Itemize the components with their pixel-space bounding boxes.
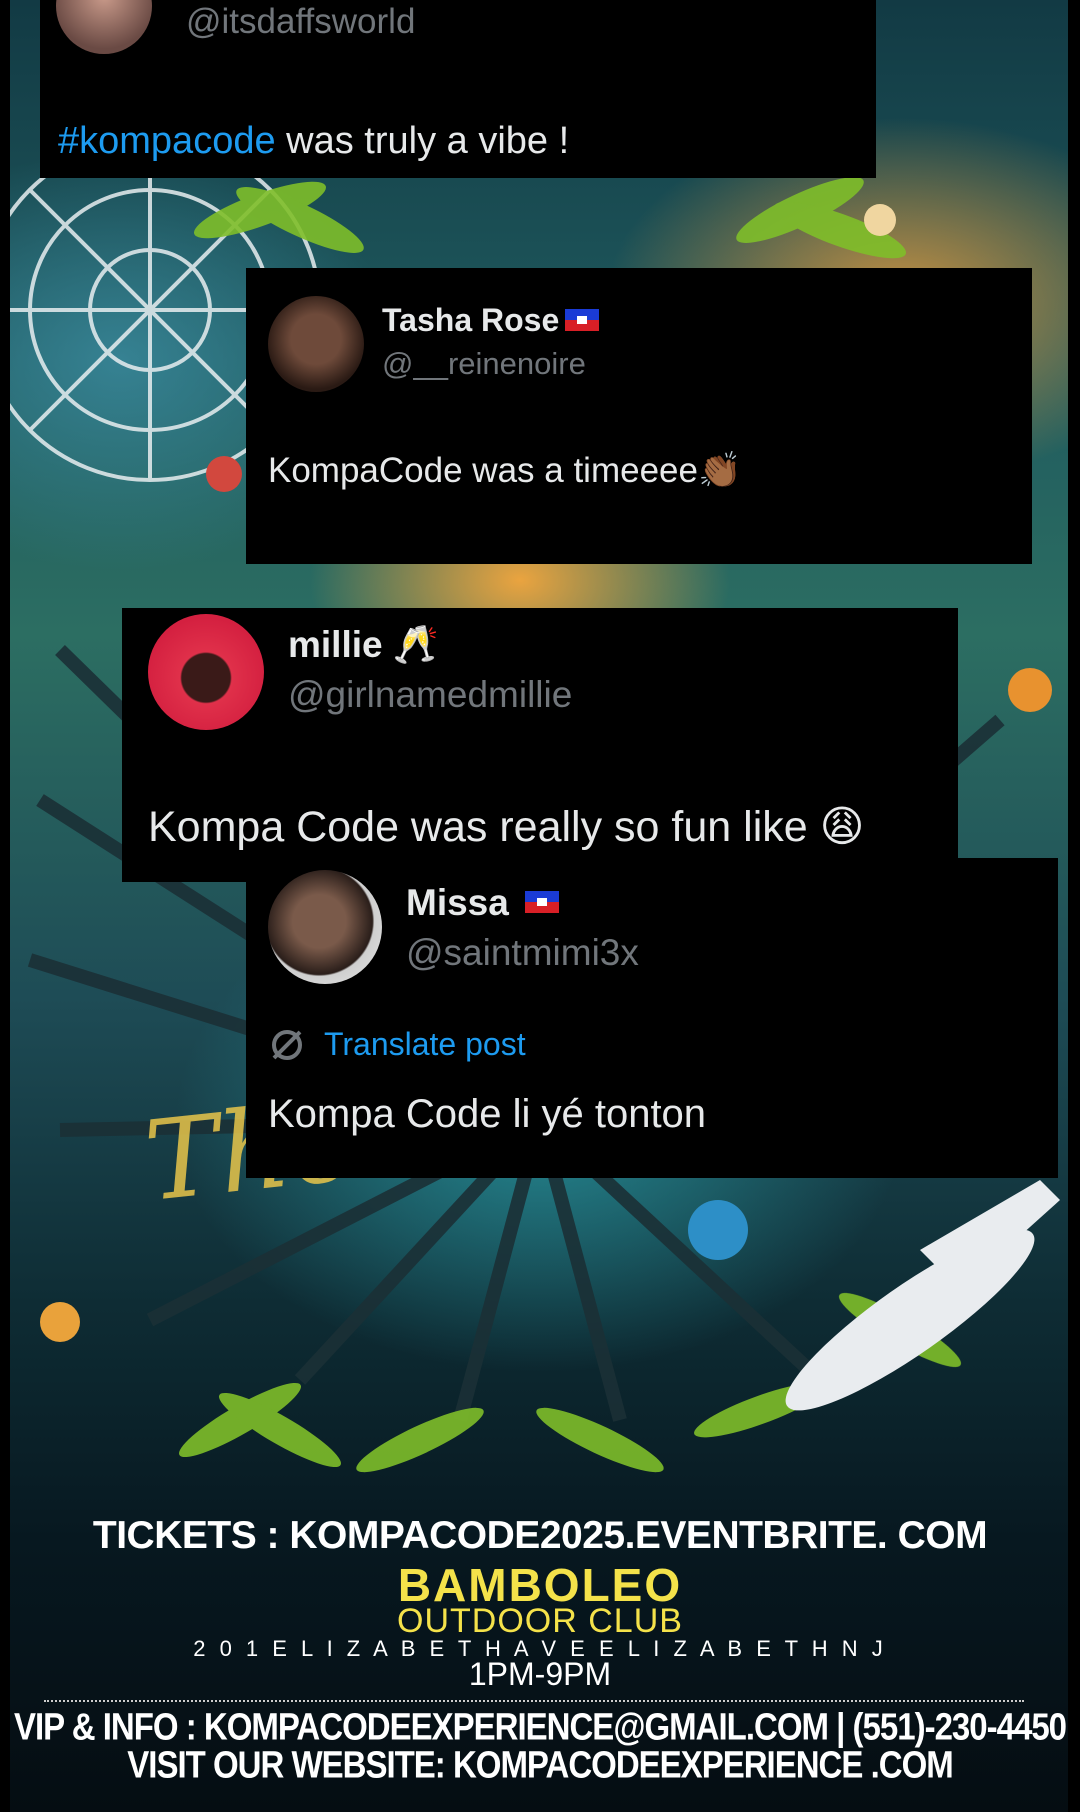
avatar[interactable] bbox=[56, 0, 152, 54]
airplane-art bbox=[785, 1180, 1060, 1411]
post-text: KompaCode was a timeeee👏🏾 bbox=[268, 450, 742, 491]
post-handle[interactable]: @girlnamedmillie bbox=[288, 674, 572, 716]
avatar[interactable] bbox=[148, 614, 264, 730]
champagne-emoji-icon: 🥂 bbox=[392, 624, 439, 665]
username-text: Missa bbox=[406, 882, 509, 923]
hashtag-link[interactable]: #kompacode bbox=[58, 120, 276, 162]
translate-post-link[interactable]: Translate post bbox=[324, 1026, 526, 1063]
haiti-flag-icon bbox=[565, 308, 600, 331]
translate-icon[interactable] bbox=[268, 1026, 306, 1064]
post-text: Kompa Code li yé tonton bbox=[268, 1092, 707, 1136]
avatar[interactable] bbox=[268, 296, 364, 392]
post-text: Kompa Code was really so fun like 😩 bbox=[148, 802, 864, 852]
username-text: millie bbox=[288, 624, 383, 665]
tickets-line: TICKETS : KOMPACODE2025.EVENTBRITE. COM bbox=[92, 1514, 988, 1557]
post-text-body: Kompa Code was really so fun like bbox=[148, 803, 808, 851]
post-card-4[interactable]: Missa @saintmimi3x Translate post Kompa … bbox=[246, 858, 1058, 1178]
post-card-1[interactable]: @itsdaffsworld #kompacode was truly a vi… bbox=[40, 0, 876, 178]
post-text: #kompacode was truly a vibe ! bbox=[58, 120, 569, 163]
post-username[interactable]: Tasha Rose bbox=[382, 302, 600, 339]
avatar[interactable] bbox=[268, 870, 382, 984]
post-handle[interactable]: @saintmimi3x bbox=[406, 932, 639, 974]
haiti-flag-icon bbox=[524, 891, 559, 914]
time-line: 1PM-9PM bbox=[468, 1656, 612, 1692]
post-text-body: KompaCode was a timeeee bbox=[268, 451, 698, 490]
website-line: VISIT OUR WEBSITE: KOMPACODEEXPERIENCE .… bbox=[127, 1743, 953, 1786]
post-username[interactable]: Missa bbox=[406, 882, 559, 924]
username-text: Tasha Rose bbox=[382, 302, 560, 338]
post-card-3[interactable]: millie 🥂 @girlnamedmillie Kompa Code was… bbox=[122, 608, 958, 882]
divider-line bbox=[44, 1700, 1024, 1702]
post-username[interactable]: millie 🥂 bbox=[288, 624, 439, 667]
post-handle[interactable]: @__reinenoire bbox=[382, 346, 586, 382]
post-card-2[interactable]: Tasha Rose @__reinenoire KompaCode was a… bbox=[246, 268, 1032, 564]
clapping-emoji-icon: 👏🏾 bbox=[697, 451, 742, 490]
weary-face-emoji-icon: 😩 bbox=[819, 803, 865, 851]
post-text-rest: was truly a vibe ! bbox=[275, 120, 570, 162]
post-handle[interactable]: @itsdaffsworld bbox=[186, 2, 415, 42]
